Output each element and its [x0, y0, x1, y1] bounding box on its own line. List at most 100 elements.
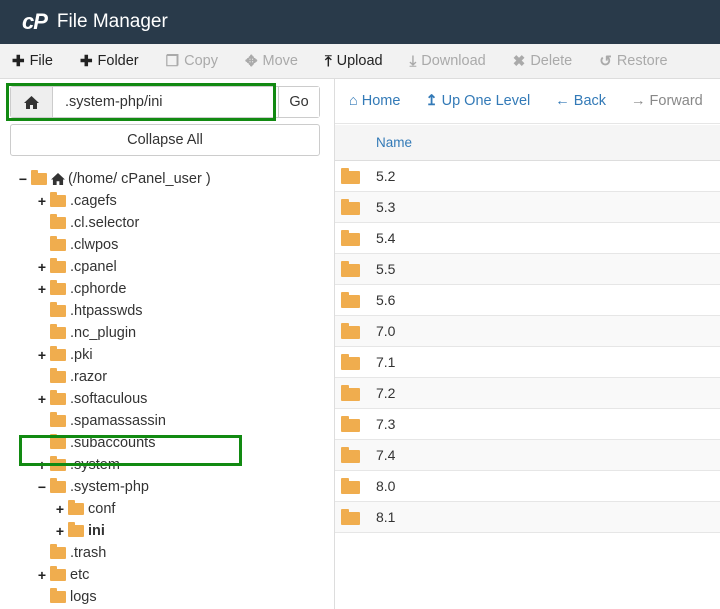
tree-item[interactable]: .razor	[37, 366, 107, 388]
list-item[interactable]: 5.5	[335, 254, 720, 285]
app-title: File Manager	[56, 11, 168, 32]
toolbar-label: Delete	[530, 53, 573, 69]
folder-icon	[50, 346, 66, 361]
expand-toggle-icon[interactable]: +	[55, 501, 65, 517]
tree-item[interactable]: + .cpanel	[37, 256, 117, 278]
folder-icon	[68, 522, 84, 537]
tree-item-label: .cpanel	[70, 259, 117, 275]
cpanel-logo: cP	[22, 9, 48, 34]
tree-item[interactable]: + conf	[55, 498, 115, 520]
tree-item[interactable]: − (/home/ cPanel_user )	[18, 168, 211, 190]
tree-item[interactable]: .htpasswds	[37, 300, 143, 322]
tree-item[interactable]: .nc_plugin	[37, 322, 136, 344]
tree-item-label: (/home/ cPanel_user )	[68, 171, 211, 187]
file-name: 8.0	[376, 478, 396, 494]
copy-icon: ❐	[165, 53, 180, 70]
collapse-all-button[interactable]: Collapse All	[10, 124, 320, 156]
tree-item[interactable]: + .cphorde	[37, 278, 126, 300]
expand-toggle-icon[interactable]: +	[37, 281, 47, 297]
folder-icon	[50, 390, 66, 405]
tree-item[interactable]: .cl.selector	[37, 212, 139, 234]
tree-item-label: ini	[88, 523, 105, 539]
nav-label: Up One Level	[441, 93, 531, 109]
up-one-level-button[interactable]: ↥ Up One Level	[425, 93, 530, 109]
move-button[interactable]: ✥ Move	[245, 52, 298, 70]
folder-icon	[341, 354, 360, 370]
list-item[interactable]: 5.3	[335, 192, 720, 223]
nav-label: Forward	[649, 93, 703, 109]
plus-icon: ✚	[12, 53, 25, 70]
list-item[interactable]: 7.4	[335, 440, 720, 471]
folder-icon	[341, 261, 360, 277]
forward-button[interactable]: → Forward	[631, 93, 703, 109]
tree-item[interactable]: − .system-php	[37, 476, 149, 498]
folder-icon	[50, 368, 66, 383]
list-item[interactable]: 8.1	[335, 502, 720, 533]
copy-button[interactable]: ❐ Copy	[166, 52, 218, 70]
tree-item[interactable]: logs	[37, 586, 97, 608]
tree-item-label: etc	[70, 567, 90, 583]
delete-icon: ✖	[512, 53, 526, 70]
file-name: 7.2	[376, 385, 396, 401]
file-name: 5.6	[376, 292, 396, 308]
restore-icon: ↺	[599, 53, 612, 70]
home-icon	[51, 173, 65, 185]
tree-item[interactable]: + ini	[55, 520, 105, 542]
plus-icon: ✚	[79, 53, 93, 70]
go-button[interactable]: Go	[278, 87, 319, 117]
folder-icon	[50, 478, 66, 493]
expand-toggle-icon[interactable]: +	[55, 523, 65, 539]
folder-icon	[341, 199, 360, 215]
list-item[interactable]: 8.0	[335, 471, 720, 502]
folder-icon	[341, 168, 360, 184]
folder-button[interactable]: ✚ Folder	[80, 52, 139, 70]
file-button[interactable]: ✚ File	[12, 52, 53, 70]
home-button[interactable]: ⌂ Home	[349, 93, 400, 109]
file-name: 5.3	[376, 199, 396, 215]
move-icon: ✥	[244, 53, 258, 70]
up-arrow-icon: ↥	[425, 93, 438, 109]
tree-item-label: .trash	[70, 545, 107, 561]
list-item[interactable]: 7.3	[335, 409, 720, 440]
folder-icon	[341, 323, 360, 339]
name-column-header[interactable]: Name	[376, 135, 412, 150]
tree-item[interactable]: + .cagefs	[37, 190, 117, 212]
toolbar-label: File	[29, 53, 53, 69]
expand-toggle-icon[interactable]: +	[37, 193, 47, 209]
upload-button[interactable]: ⤒ Upload	[325, 53, 383, 70]
delete-button[interactable]: ✖ Delete	[513, 52, 573, 70]
back-arrow-icon: ←	[555, 93, 570, 109]
home-icon: ⌂	[349, 93, 358, 109]
tree-item[interactable]: + .softaculous	[37, 388, 147, 410]
expand-toggle-icon[interactable]: +	[37, 259, 47, 275]
file-name: 5.2	[376, 168, 396, 184]
folder-icon	[341, 447, 360, 463]
download-button[interactable]: ⤓ Download	[410, 53, 486, 70]
list-item[interactable]: 7.2	[335, 378, 720, 409]
restore-button[interactable]: ↺ Restore	[599, 52, 667, 70]
back-button[interactable]: ← Back	[555, 93, 606, 109]
list-item[interactable]: 5.6	[335, 285, 720, 316]
collapse-toggle-icon[interactable]: −	[37, 479, 47, 495]
tree-item[interactable]: .spamassassin	[37, 410, 166, 432]
expand-toggle-icon[interactable]: +	[37, 347, 47, 363]
list-item[interactable]: 7.0	[335, 316, 720, 347]
folder-icon	[50, 412, 66, 427]
list-item[interactable]: 5.4	[335, 223, 720, 254]
tree-item[interactable]: + .pki	[37, 344, 93, 366]
folder-icon	[50, 544, 66, 559]
folder-icon	[341, 416, 360, 432]
toolbar-label: Restore	[616, 53, 668, 69]
folder-icon	[50, 302, 66, 317]
expand-toggle-icon[interactable]: +	[37, 567, 47, 583]
tree-item[interactable]: .clwpos	[37, 234, 118, 256]
tree-item[interactable]: + etc	[37, 564, 89, 586]
toolbar-label: Download	[421, 53, 486, 69]
expand-toggle-icon[interactable]: +	[37, 391, 47, 407]
tree-item[interactable]: .trash	[37, 542, 106, 564]
list-item[interactable]: 7.1	[335, 347, 720, 378]
list-item[interactable]: 5.2	[335, 161, 720, 192]
file-name: 7.4	[376, 447, 396, 463]
collapse-toggle-icon[interactable]: −	[18, 171, 28, 187]
file-listing: Name 5.2 5.3 5.4 5.5 5.6 7.0 7.1 7.2 7.3 7.4 8.0 8.…	[335, 125, 720, 533]
